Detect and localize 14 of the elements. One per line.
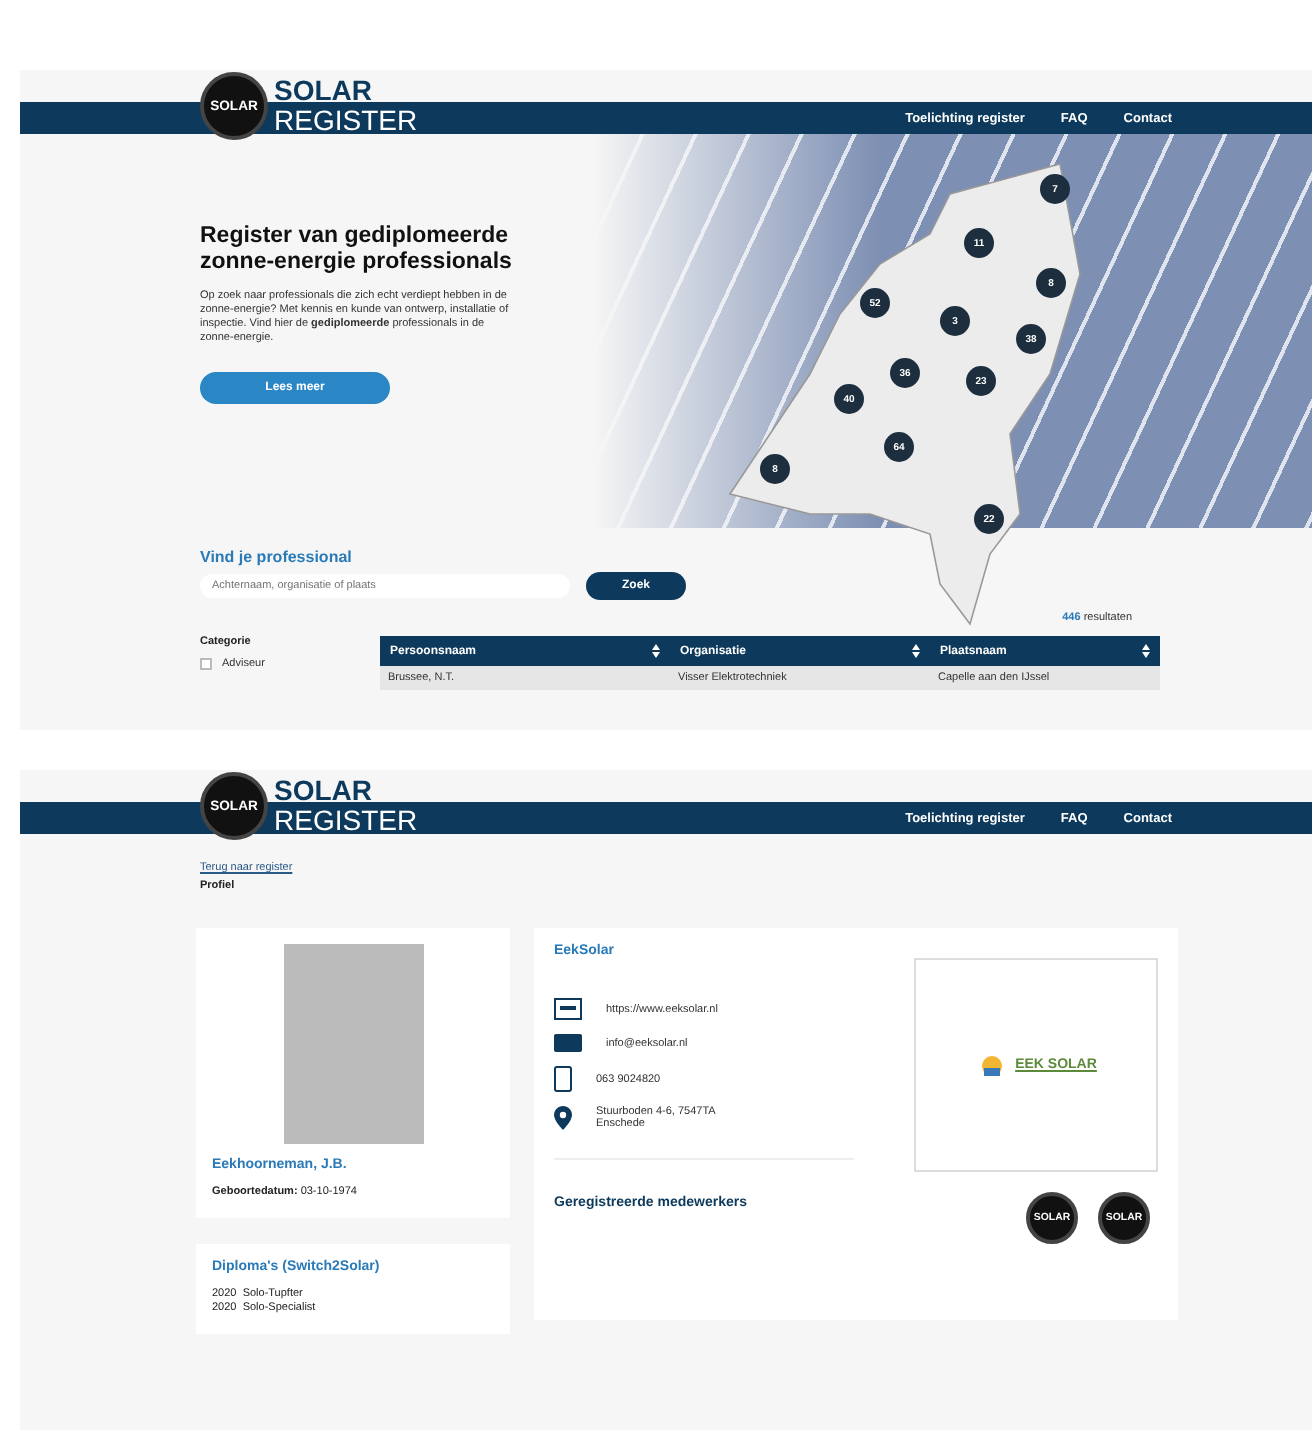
location-pin-icon: [554, 1106, 572, 1130]
sort-icon[interactable]: [1142, 644, 1150, 658]
logo-text: REGISTER: [274, 106, 418, 136]
mail-icon: [554, 1034, 582, 1052]
hero-title: Register van gediplomeerde zonne-energie professionals: [200, 224, 514, 276]
logo-text: REGISTER: [274, 806, 418, 836]
sort-icon[interactable]: [652, 644, 660, 658]
search-title: Vind je professional: [200, 548, 354, 566]
checkbox[interactable]: [200, 658, 212, 670]
logo-text: SOLAR: [274, 76, 374, 106]
phone-icon: [554, 1066, 572, 1092]
sort-icon[interactable]: [912, 644, 920, 658]
logo-text: SOLAR: [274, 776, 374, 806]
browser-icon: [554, 998, 582, 1020]
